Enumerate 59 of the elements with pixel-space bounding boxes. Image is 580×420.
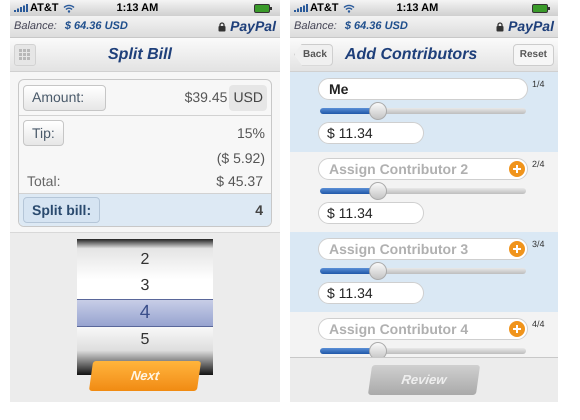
name-field[interactable]: Assign Contributor 3	[318, 238, 528, 260]
name-field[interactable]: Me	[318, 78, 528, 100]
plus-icon[interactable]	[509, 161, 525, 177]
picker-item[interactable]: 5	[77, 327, 213, 353]
balance-label: Balance:	[294, 19, 337, 34]
plus-icon[interactable]	[509, 321, 525, 337]
currency-button[interactable]: USD	[229, 84, 267, 110]
back-button[interactable]: Back	[294, 44, 333, 66]
battery-icon	[254, 4, 272, 12]
amount-field[interactable]: $ 11.34	[318, 122, 424, 144]
wifi-icon	[342, 4, 355, 12]
amount-slider[interactable]	[320, 262, 526, 280]
contributor-count: 3/4	[532, 238, 545, 251]
grid-icon	[19, 48, 31, 60]
slider-thumb[interactable]	[368, 182, 387, 200]
picker-item[interactable]: 4	[77, 299, 213, 327]
slider-thumb[interactable]	[368, 342, 387, 357]
screen-title: Split Bill	[108, 44, 172, 64]
battery-icon	[532, 4, 550, 12]
carrier-name: AT&T	[30, 0, 59, 16]
tip-percent: 15%	[236, 124, 266, 142]
total-label: Total:	[27, 172, 60, 191]
grid-menu-button[interactable]	[14, 44, 36, 66]
slider-thumb[interactable]	[368, 102, 387, 120]
plus-icon[interactable]	[509, 241, 525, 257]
picker-item[interactable]: 2	[77, 247, 213, 273]
balance-amount: $ 64.36 USD	[344, 19, 408, 34]
split-bill-button[interactable]: Split bill:	[23, 197, 100, 223]
balance-label: Balance:	[14, 19, 57, 34]
contributor-count: 1/4	[532, 78, 545, 91]
contributor-count: 4/4	[532, 318, 545, 331]
tip-amount: ($ 5.92)	[216, 148, 265, 168]
amount-slider[interactable]	[320, 182, 526, 200]
name-field[interactable]: Assign Contributor 2	[318, 158, 528, 180]
reset-button[interactable]: Reset	[512, 44, 554, 66]
screen-title: Add Contributors	[344, 44, 478, 64]
balance-amount: $ 64.36 USD	[64, 19, 128, 34]
tip-button[interactable]: Tip:	[23, 120, 64, 146]
name-field[interactable]: Assign Contributor 4	[318, 318, 528, 340]
split-count: 4	[255, 200, 264, 220]
wifi-icon	[62, 4, 75, 12]
amount-button[interactable]: Amount:	[23, 84, 106, 110]
signal-icon	[294, 4, 308, 12]
carrier-name: AT&T	[310, 0, 339, 16]
slider-thumb[interactable]	[368, 262, 387, 280]
total-value: $ 45.37	[216, 172, 263, 191]
amount-value: $39.45	[184, 88, 228, 107]
contributor-count: 2/4	[532, 158, 545, 171]
brand-logo: PayPal	[508, 17, 554, 36]
amount-field[interactable]: $ 11.34	[318, 282, 424, 304]
clock-time: 1:13 AM	[396, 0, 438, 16]
amount-slider[interactable]	[320, 102, 526, 120]
amount-field[interactable]: $ 11.34	[318, 202, 424, 224]
brand-logo: PayPal	[230, 17, 276, 36]
picker-item[interactable]: 3	[77, 273, 213, 299]
clock-time: 1:13 AM	[116, 0, 158, 16]
lock-icon	[496, 22, 504, 32]
lock-icon	[218, 22, 226, 32]
signal-icon	[14, 4, 28, 12]
